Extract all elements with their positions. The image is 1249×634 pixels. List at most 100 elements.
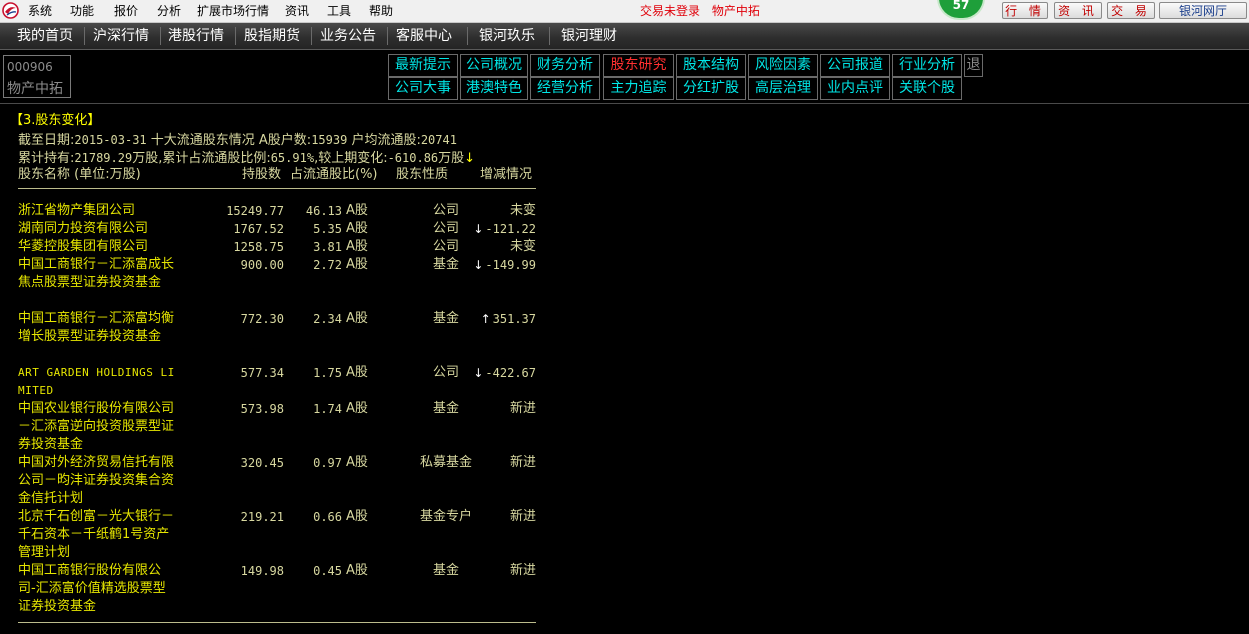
share-type: A股 <box>346 311 368 326</box>
tab-company-profile[interactable]: 公司概况 <box>460 54 528 77</box>
tab-risk-factors[interactable]: 风险因素 <box>748 54 818 77</box>
share-type: A股 <box>346 257 368 272</box>
shares-held: 15249.77 <box>226 204 284 218</box>
tab-shareholder-research[interactable]: 股东研究 <box>603 54 674 77</box>
label-total-ratio: 万股,累计占流通股比例: <box>132 151 271 166</box>
float-ratio: 1.74 <box>313 402 342 416</box>
period-change: -610.86 <box>387 151 439 165</box>
shareholder-name: 中国工商银行－汇添富均衡增长股票型证券投资基金 <box>18 311 175 344</box>
shares-held: 149.98 <box>240 564 284 578</box>
arrow-down-icon: ↓ <box>473 366 484 380</box>
change-value: 未变 <box>509 203 536 218</box>
main-nav: 我的首页 沪深行情 港股行情 股指期货 业务公告 客服中心 银河玖乐 银河理财 <box>0 23 1249 50</box>
share-type: A股 <box>346 365 368 380</box>
shareholder-name: 北京千石创富－光大银行－千石资本－千纸鹤1号资产管理计划 <box>18 509 175 560</box>
holding-change: 新进 <box>416 400 536 418</box>
tab-hk-macau-features[interactable]: 港澳特色 <box>460 77 528 100</box>
arrow-up-icon: ↑ <box>480 312 491 326</box>
share-type: A股 <box>346 455 368 470</box>
float-ratio: 5.35 <box>313 222 342 236</box>
current-stock-name: 物产中拓 <box>711 4 760 18</box>
label-total-holding: 累计持有: <box>18 151 75 166</box>
nav-yinhe-jiule[interactable]: 银河玖乐 <box>479 23 535 49</box>
shares-held: 772.30 <box>240 312 284 326</box>
change-value: 新进 <box>509 455 536 470</box>
menu-news[interactable]: 资讯 <box>285 3 309 19</box>
tab-operation-analysis[interactable]: 经营分析 <box>530 77 600 100</box>
share-type: A股 <box>346 401 368 416</box>
shareholder-name: 中国对外经济贸易信托有限公司－昀沣证券投资集合资金信托计划 <box>18 455 175 506</box>
nav-divider <box>84 27 85 45</box>
menu-quote[interactable]: 报价 <box>114 3 138 19</box>
shares-held: 219.21 <box>240 510 284 524</box>
yinhe-online-hall-button[interactable]: 银河网厅 <box>1159 2 1247 19</box>
tab-financial-analysis[interactable]: 财务分析 <box>530 54 600 77</box>
header-rule <box>18 188 536 189</box>
tab-main-force-tracking[interactable]: 主力追踪 <box>603 77 674 100</box>
change-value: 新进 <box>509 401 536 416</box>
news-button[interactable]: 资 讯 <box>1054 2 1102 19</box>
nav-home[interactable]: 我的首页 <box>17 23 73 49</box>
menu-system[interactable]: 系统 <box>28 3 52 19</box>
nav-service-center[interactable]: 客服中心 <box>396 23 452 49</box>
menu-analysis[interactable]: 分析 <box>157 3 181 19</box>
share-type: A股 <box>346 563 368 578</box>
stock-code: 000906 <box>7 60 53 74</box>
nav-sh-sz-quotes[interactable]: 沪深行情 <box>93 23 149 49</box>
shareholder-name: ART GARDEN HOLDINGS LIMITED <box>18 366 175 397</box>
nav-yinhe-wealth[interactable]: 银河理财 <box>561 23 617 49</box>
tab-exit[interactable]: 退 <box>964 54 983 77</box>
avg-shares: 20741 <box>420 133 457 147</box>
tab-latest-tips[interactable]: 最新提示 <box>388 54 458 77</box>
holding-change: ↑ 351.37 <box>416 310 536 328</box>
holding-change: 未变 <box>416 202 536 220</box>
holding-change: ↓ -422.67 <box>416 364 536 382</box>
float-ratio: 3.81 <box>313 240 342 254</box>
col-header-nature: 股东性质 <box>396 167 449 182</box>
nav-announcements[interactable]: 业务公告 <box>320 23 376 49</box>
tab-capital-structure[interactable]: 股本结构 <box>676 54 746 77</box>
float-ratio: 2.34 <box>313 312 342 326</box>
menu-function[interactable]: 功能 <box>70 3 94 19</box>
shareholder-name: 浙江省物产集团公司 <box>18 203 136 218</box>
nav-index-futures[interactable]: 股指期货 <box>244 23 300 49</box>
total-ratio: 65.91% <box>270 151 315 165</box>
trade-login-status[interactable]: 交易未登录 <box>640 4 700 18</box>
holding-change: 新进 <box>416 454 536 472</box>
tab-company-reports[interactable]: 公司报道 <box>820 54 890 77</box>
arrow-down-icon: ↓ <box>464 151 476 166</box>
float-ratio: 2.72 <box>313 258 342 272</box>
shares-held: 900.00 <box>240 258 284 272</box>
share-type: A股 <box>346 221 368 236</box>
stock-name: 物产中拓 <box>7 81 63 97</box>
trade-button[interactable]: 交 易 <box>1107 2 1155 19</box>
tab-governance[interactable]: 高层治理 <box>748 77 818 100</box>
quote-button[interactable]: 行 情 <box>1002 2 1048 19</box>
holding-change: 未变 <box>416 238 536 256</box>
col-header-ratio: 占流通股比(%) <box>290 167 378 182</box>
shares-held: 1258.75 <box>233 240 284 254</box>
change-value: 351.37 <box>492 312 536 326</box>
col-header-change: 增减情况 <box>480 167 533 182</box>
shares-held: 573.98 <box>240 402 284 416</box>
change-value: -121.22 <box>485 222 536 236</box>
tab-industry-analysis[interactable]: 行业分析 <box>892 54 962 77</box>
menu-extended-market[interactable]: 扩展市场行情 <box>197 3 269 19</box>
summary-line-1: 截至日期:2015-03-31 十大流通股东情况 A股户数:15939 户均流通… <box>18 131 457 150</box>
float-ratio: 46.13 <box>305 204 342 218</box>
tab-major-events[interactable]: 公司大事 <box>388 77 458 100</box>
cutoff-date: 2015-03-31 <box>74 133 147 147</box>
menu-help[interactable]: 帮助 <box>369 3 393 19</box>
nav-hk-quotes[interactable]: 港股行情 <box>168 23 224 49</box>
shareholder-name: 中国工商银行股份有限公司-汇添富价值精选股票型证券投资基金 <box>18 563 166 614</box>
shareholder-name: 湖南同力投资有限公司 <box>18 221 149 236</box>
tab-dividends[interactable]: 分红扩股 <box>676 77 746 100</box>
shares-held: 1767.52 <box>233 222 284 236</box>
tab-related-stocks[interactable]: 关联个股 <box>892 77 962 100</box>
menu-tools[interactable]: 工具 <box>327 3 351 19</box>
float-ratio: 0.45 <box>313 564 342 578</box>
tab-industry-reviews[interactable]: 业内点评 <box>820 77 890 100</box>
notification-badge[interactable]: 57 <box>937 0 985 20</box>
footer-rule <box>18 622 536 623</box>
stock-code-box[interactable]: 000906 物产中拓 <box>3 55 71 98</box>
